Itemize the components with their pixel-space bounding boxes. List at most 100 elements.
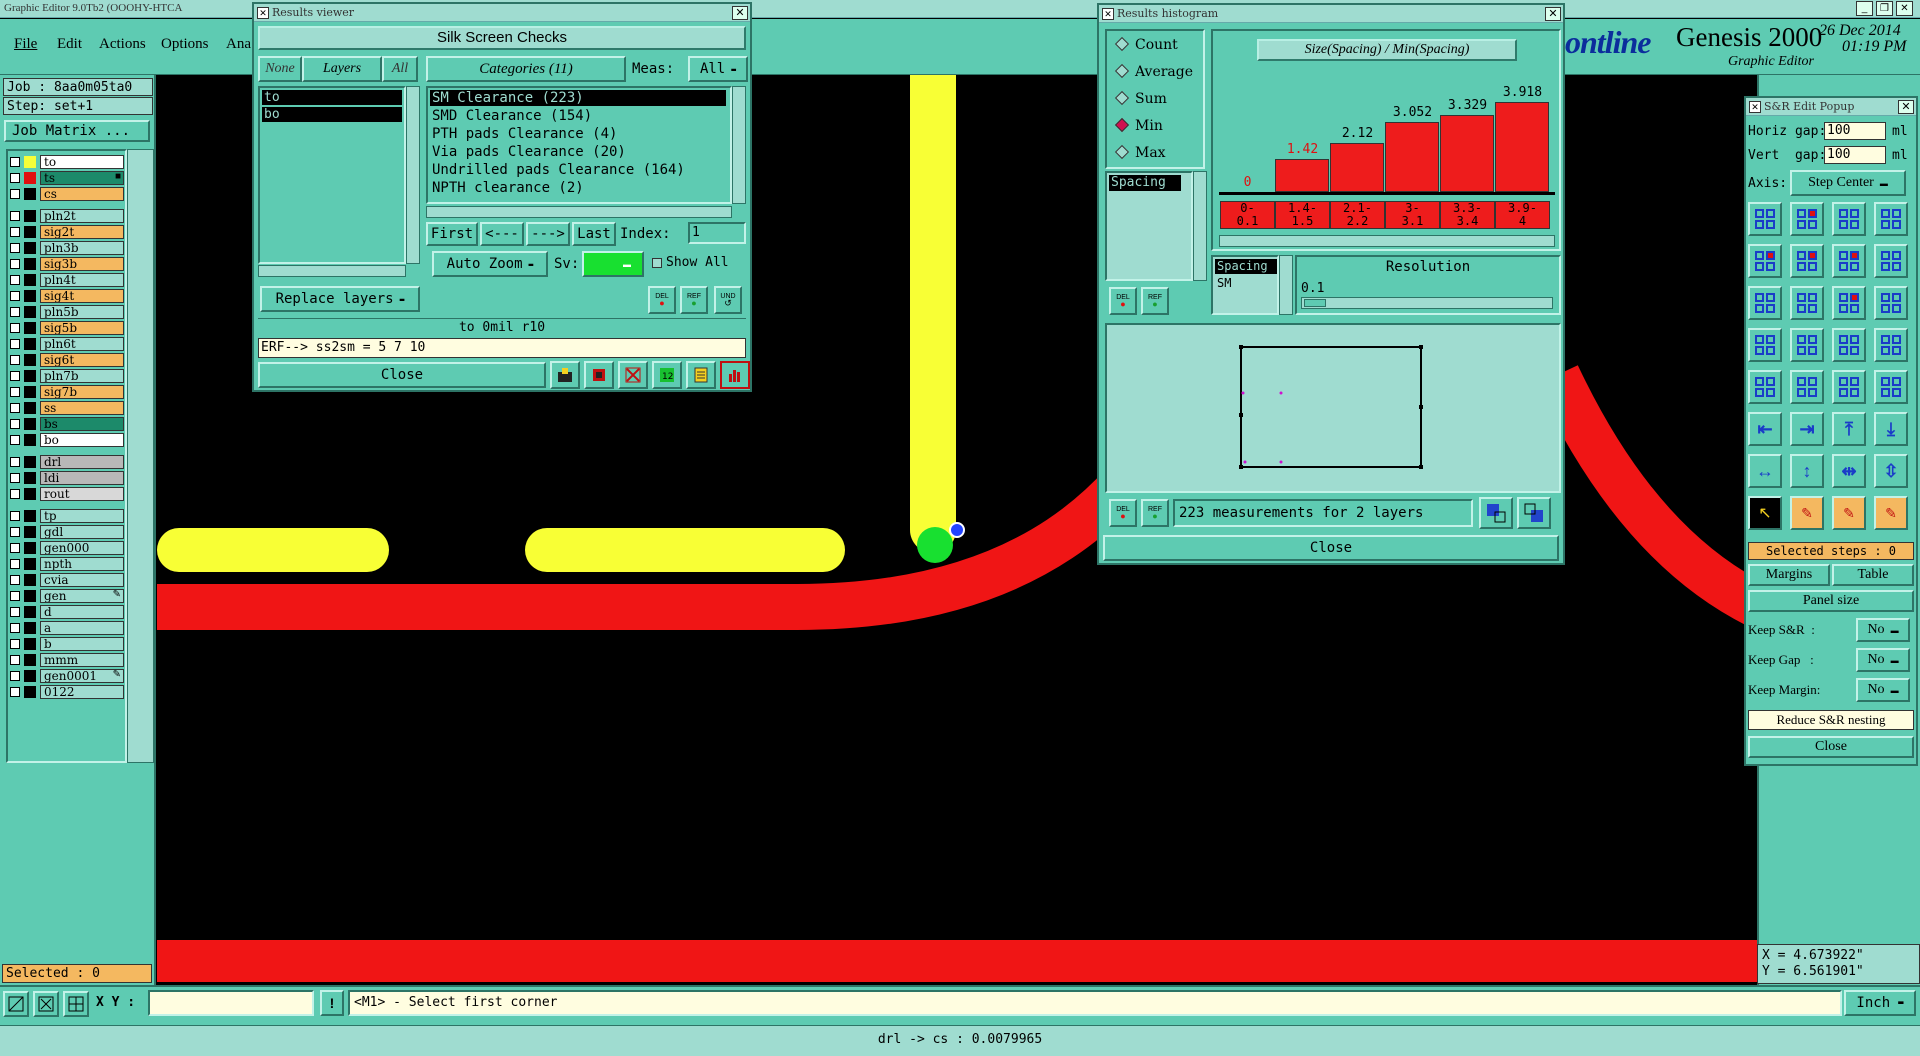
layer-checkbox[interactable] (10, 489, 20, 499)
layer-row-drl[interactable]: drl (8, 455, 124, 469)
layer-name[interactable]: sig6t (40, 353, 124, 367)
layer-name[interactable]: pln6t (40, 337, 124, 351)
close-icon[interactable]: ✕ (732, 6, 748, 20)
layer-color-swatch[interactable] (24, 338, 36, 350)
rotate-icon[interactable] (1790, 244, 1824, 278)
layer-checkbox[interactable] (10, 323, 20, 333)
layer-checkbox[interactable] (10, 639, 20, 649)
report-icon[interactable] (584, 361, 614, 389)
xy-input[interactable] (148, 990, 314, 1016)
hist-ref-button[interactable]: REF ● (1141, 287, 1169, 315)
menu-file[interactable]: File (14, 36, 37, 53)
category-item[interactable]: Undrilled pads Clearance (164) (430, 162, 726, 178)
selection-item-sm[interactable]: SM (1215, 276, 1277, 291)
horiz-gap-input[interactable]: 100 (1824, 122, 1886, 140)
layer-row-sig4t[interactable]: sig4t (8, 289, 124, 303)
layer-color-swatch[interactable] (24, 156, 36, 168)
layer-name[interactable]: mmm (40, 653, 124, 667)
layer-row-rout[interactable]: rout (8, 487, 124, 501)
auto-zoom-select[interactable]: Auto Zoom ▬ (432, 251, 548, 277)
arrow-up-icon[interactable]: ⤒ (1832, 412, 1866, 446)
histogram-bar[interactable] (1330, 143, 1384, 192)
select-icon[interactable]: ↖ (1748, 496, 1782, 530)
zoom-from-icon[interactable] (1517, 497, 1551, 529)
layer-checkbox[interactable] (10, 575, 20, 585)
layer-row-pln6t[interactable]: pln6t (8, 337, 124, 351)
axis-select[interactable]: Step Center ▬ (1790, 170, 1906, 196)
layer-color-swatch[interactable] (24, 434, 36, 446)
result-layer-bo[interactable]: bo (262, 107, 402, 122)
layer-color-swatch[interactable] (24, 210, 36, 222)
layer-row-gen0001[interactable]: gen0001 ✎ (8, 669, 124, 683)
layer-color-swatch[interactable] (24, 526, 36, 538)
delete-icon[interactable] (1874, 244, 1908, 278)
layer-checkbox[interactable] (10, 511, 20, 521)
layer-name[interactable]: gen (40, 589, 124, 603)
layer-color-swatch[interactable] (24, 188, 36, 200)
layer-row-a[interactable]: a (8, 621, 124, 635)
hist-del-button[interactable]: DEL ● (1109, 287, 1137, 315)
replace-layers-select[interactable]: Replace layers ▬ (260, 286, 420, 312)
tool-grid-icon[interactable] (63, 991, 89, 1017)
slider-thumb[interactable] (1304, 299, 1326, 307)
job-matrix-button[interactable]: Job Matrix ... (4, 120, 150, 142)
layer-name[interactable]: sig4t (40, 289, 124, 303)
layer-color-swatch[interactable] (24, 622, 36, 634)
tool-measure-icon[interactable] (33, 991, 59, 1017)
layer-color-swatch[interactable] (24, 226, 36, 238)
window-menu-icon[interactable]: ✕ (1749, 101, 1761, 113)
units-select[interactable]: Inch ▬ (1844, 990, 1916, 1016)
layer-list-hscroll[interactable] (258, 265, 406, 277)
help-icon[interactable]: ✎ (1874, 496, 1908, 530)
layer-color-swatch[interactable] (24, 306, 36, 318)
align-left-icon[interactable] (1748, 286, 1782, 320)
layer-checkbox[interactable] (10, 457, 20, 467)
show-all-checkbox[interactable] (652, 258, 662, 268)
preview-ref-button[interactable]: REF ● (1141, 499, 1169, 527)
filter-icon[interactable] (550, 361, 580, 389)
close-icon[interactable]: ✕ (1896, 1, 1913, 16)
histogram-bin-label[interactable]: 0- 0.1 (1220, 201, 1275, 229)
layer-name[interactable]: drl (40, 455, 124, 469)
category-list[interactable]: SM Clearance (223) SMD Clearance (154) PTH… (426, 86, 732, 204)
layer-row-b[interactable]: b (8, 637, 124, 651)
layer-checkbox[interactable] (10, 275, 20, 285)
layer-checkbox[interactable] (10, 243, 20, 253)
arrow-left-icon[interactable]: ⇤ (1748, 412, 1782, 446)
layer-checkbox[interactable] (10, 671, 20, 681)
categories-button[interactable]: Categories (11) (426, 56, 626, 82)
layer-color-swatch[interactable] (24, 574, 36, 586)
layer-color-swatch[interactable] (24, 488, 36, 500)
layer-color-swatch[interactable] (24, 606, 36, 618)
first-button[interactable]: First (426, 222, 478, 246)
flip-icon[interactable] (1832, 244, 1866, 278)
layer-row-ldi[interactable]: ldi (8, 471, 124, 485)
layer-color-swatch[interactable] (24, 290, 36, 302)
minimize-icon[interactable]: _ (1856, 1, 1873, 16)
layer-row-sig5b[interactable]: sig5b (8, 321, 124, 335)
mode-radio-min[interactable]: Min (1114, 117, 1163, 134)
layer-color-swatch[interactable] (24, 590, 36, 602)
layer-color-swatch[interactable] (24, 542, 36, 554)
preview-del-button[interactable]: DEL ● (1109, 499, 1137, 527)
layer-color-swatch[interactable] (24, 386, 36, 398)
alert-icon[interactable]: ! (320, 990, 344, 1016)
category-hscroll[interactable] (426, 206, 732, 218)
layer-name[interactable]: pln4t (40, 273, 124, 287)
layer-name[interactable]: gen000 (40, 541, 124, 555)
layer-row-sig2t[interactable]: sig2t (8, 225, 124, 239)
layer-color-swatch[interactable] (24, 354, 36, 366)
edit-alt-icon[interactable]: ✎ (1832, 496, 1866, 530)
column-dense-icon[interactable] (1874, 370, 1908, 404)
layer-row-bo[interactable]: bo (8, 433, 124, 447)
category-item[interactable]: SMD Clearance (154) (430, 108, 726, 124)
category-item[interactable]: SM Clearance (223) (430, 90, 726, 106)
meas-select[interactable]: All ▬ (688, 56, 748, 82)
align-center-icon[interactable] (1790, 286, 1824, 320)
layer-row-mmm[interactable]: mmm (8, 653, 124, 667)
histogram-bin-label[interactable]: 3.9- 4 (1495, 201, 1550, 229)
layer-row-gen000[interactable]: gen000 (8, 541, 124, 555)
layer-checkbox[interactable] (10, 189, 20, 199)
mirror-icon[interactable] (1874, 286, 1908, 320)
distribute-icon[interactable] (1790, 328, 1824, 362)
